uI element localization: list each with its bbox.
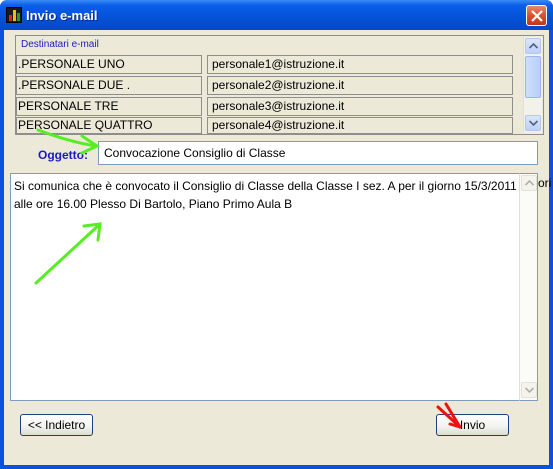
- chevron-down-icon: [529, 120, 538, 126]
- close-button[interactable]: [526, 5, 547, 26]
- scroll-down-button[interactable]: [525, 115, 541, 131]
- chevron-up-icon: [529, 43, 538, 49]
- close-icon: [531, 10, 543, 22]
- subject-label: Oggetto:: [38, 148, 88, 162]
- title-bar[interactable]: Invio e-mail: [0, 0, 553, 30]
- email-window: Invio e-mail Destinatari e-mail .PERSONA…: [0, 0, 553, 469]
- back-button[interactable]: << Indietro: [20, 414, 93, 436]
- message-scrollbar[interactable]: [519, 173, 538, 401]
- recipient-name[interactable]: PERSONALE TRE: [16, 97, 202, 116]
- scroll-up-button[interactable]: [521, 175, 537, 191]
- recipient-name[interactable]: .PERSONALE UNO: [16, 55, 202, 74]
- window-title: Invio e-mail: [26, 8, 98, 23]
- app-icon: [6, 7, 22, 23]
- recipient-name[interactable]: PERSONALE QUATTRO: [16, 117, 202, 134]
- recipients-group: Destinatari e-mail .PERSONALE UNO person…: [15, 35, 544, 135]
- message-textarea[interactable]: Si comunica che è convocato il Consiglio…: [10, 173, 525, 401]
- chevron-down-icon: [525, 387, 534, 393]
- recipient-email[interactable]: personale3@istruzione.it: [207, 97, 513, 116]
- scroll-up-button[interactable]: [525, 38, 541, 54]
- recipient-name[interactable]: .PERSONALE DUE .: [16, 76, 202, 95]
- recipient-email[interactable]: personale4@istruzione.it: [207, 117, 513, 134]
- recipients-scrollbar[interactable]: [523, 37, 542, 133]
- scroll-thumb[interactable]: [525, 56, 541, 98]
- chevron-up-icon: [525, 180, 534, 186]
- clipped-text: ori: [538, 176, 552, 190]
- window-client: Destinatari e-mail .PERSONALE UNO person…: [4, 30, 552, 465]
- subject-input[interactable]: Convocazione Consiglio di Classe: [98, 141, 538, 165]
- recipient-email[interactable]: personale2@istruzione.it: [207, 76, 513, 95]
- send-button[interactable]: Invio: [436, 414, 509, 436]
- recipient-email[interactable]: personale1@istruzione.it: [207, 55, 513, 74]
- recipients-label: Destinatari e-mail: [21, 39, 99, 50]
- scroll-down-button[interactable]: [521, 382, 537, 398]
